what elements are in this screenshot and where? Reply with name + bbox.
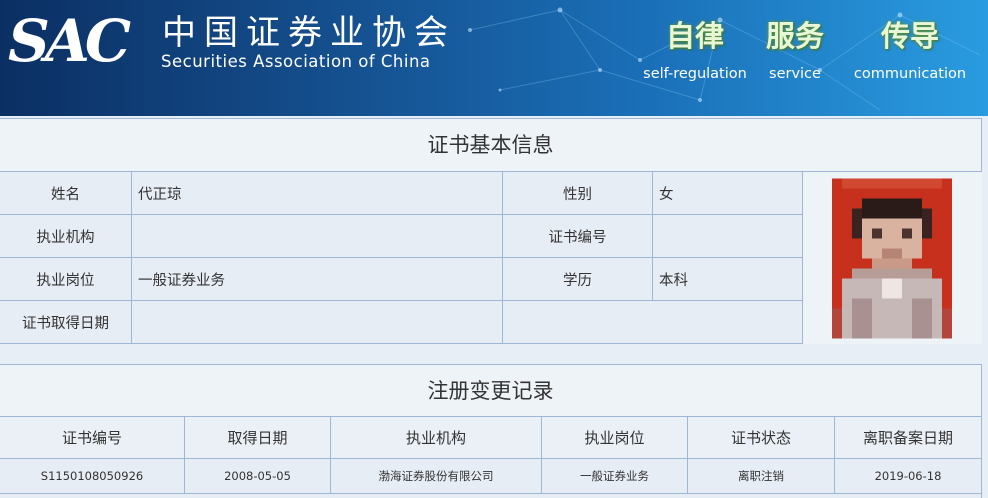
motto-cn: 传导 [880, 19, 939, 53]
motto-self-regulation: 自律 self-regulation [642, 18, 748, 84]
table-cell: 2008-05-05 [185, 459, 331, 494]
column-header: 取得日期 [185, 417, 331, 459]
column-header: 证书状态 [688, 417, 835, 459]
photo-box [802, 172, 982, 344]
cert-no-value [653, 215, 802, 258]
cert-info-section: 证书基本信息 姓名 代正琼 性别 女 执业机构 证书编号 执业岗位 一般证券业务… [0, 118, 982, 344]
column-header: 执业岗位 [542, 417, 688, 459]
sac-logo: SAC [8, 7, 131, 75]
cert-date-label: 证书取得日期 [0, 301, 132, 344]
table-cell: 一般证券业务 [542, 459, 688, 494]
table-cell: 渤海证券股份有限公司 [331, 459, 542, 494]
table-cell: 2019-06-18 [835, 459, 981, 494]
motto-en: communication [853, 66, 967, 82]
motto-communication: 传导 communication [852, 18, 968, 84]
table-cell: 离职注销 [688, 459, 835, 494]
motto-en: self-regulation [643, 66, 747, 82]
education-value: 本科 [653, 258, 802, 301]
cert-date-value [132, 301, 503, 344]
table-cell: S1150108050926 [0, 459, 185, 494]
motto-cn: 服务 [766, 19, 825, 53]
name-value: 代正琼 [132, 172, 503, 215]
position-value: 一般证券业务 [132, 258, 503, 301]
education-label: 学历 [503, 258, 653, 301]
records-section: 注册变更记录 证书编号 取得日期 执业机构 执业岗位 证书状态 离职备案日期 S… [0, 364, 982, 498]
org-name-chinese: 中国证券业协会 [162, 13, 456, 53]
column-header: 执业机构 [331, 417, 542, 459]
cert-info-title: 证书基本信息 [0, 119, 981, 172]
pixelated-portrait-photo-icon [832, 178, 952, 339]
position-label: 执业岗位 [0, 258, 132, 301]
motto-en: service [769, 66, 821, 82]
motto-service: 服务 service [766, 18, 824, 84]
cert-no-label: 证书编号 [503, 215, 653, 258]
column-header: 证书编号 [0, 417, 185, 459]
name-label: 姓名 [0, 172, 132, 215]
records-title: 注册变更记录 [0, 365, 981, 417]
header-banner: SAC 中国证券业协会 Securities Association of Ch… [0, 0, 988, 116]
org-label: 执业机构 [0, 215, 132, 258]
gender-value: 女 [653, 172, 802, 215]
org-name-english: Securities Association of China [161, 52, 431, 71]
motto-cn: 自律 [665, 19, 724, 53]
gender-label: 性别 [503, 172, 653, 215]
org-value [132, 215, 503, 258]
network-background-graphic [468, 7, 981, 111]
column-header: 离职备案日期 [835, 417, 981, 459]
